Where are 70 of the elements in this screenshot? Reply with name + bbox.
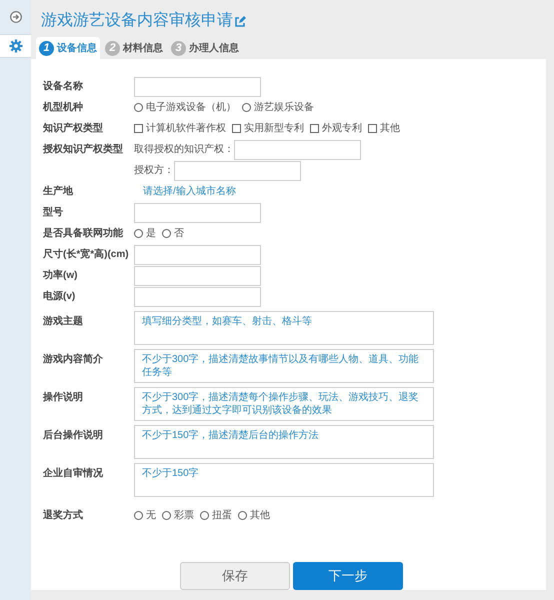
field-label: 游戏主题 [43,314,84,330]
field-label: 游戏内容简介 [43,352,104,368]
text-field[interactable] [174,160,301,181]
radio-button[interactable] [162,511,171,520]
radio-button[interactable] [238,511,247,520]
radio-button[interactable] [162,229,171,238]
save-button[interactable]: 保存 [180,562,290,590]
gear-icon [8,39,22,53]
radio-option[interactable]: 否 [162,226,184,242]
text-field[interactable] [134,202,261,223]
edit-icon[interactable] [234,16,246,28]
text-area[interactable]: 不少于150字，描述清楚后台的操作方法 [134,425,434,460]
step-label: 办理人信息 [189,42,239,56]
step-label: 设备信息 [57,42,97,56]
field-label: 取得授权的知识产权： [134,142,234,158]
radio-button[interactable] [134,229,143,238]
field-label: 是否具备联网功能 [43,226,124,242]
field-label: 企业自审情况 [43,466,104,482]
text-field[interactable] [234,140,361,160]
text-field[interactable] [134,244,261,265]
arrow-circle-icon [10,11,22,23]
checkbox[interactable] [310,124,319,134]
field-label: 后台操作说明 [43,428,104,444]
checkbox-option[interactable]: 外观专利 [310,121,362,136]
field-label: 功率(w) [43,268,78,284]
field-label: 型号 [43,206,64,220]
field-label: 生产地 [43,184,74,200]
checkbox-option[interactable]: 实用新型专利 [232,121,304,136]
next-button[interactable]: 下一步 [293,562,403,590]
checkbox-option[interactable]: 其他 [368,121,400,136]
field-label: 设备名称 [43,80,84,94]
settings-button[interactable] [0,34,31,58]
step-number: 2 [105,40,120,56]
text-field[interactable] [134,266,261,286]
field-label: 电源(v) [43,290,76,304]
field-label: 机型机种 [43,100,84,116]
radio-option[interactable]: 扭蛋 [200,508,232,524]
field-label: 退奖方式 [43,508,84,524]
field-label: 尺寸(长*宽*高)(cm) [43,247,130,262]
step-label: 材料信息 [123,42,163,56]
radio-button[interactable] [242,103,251,112]
radio-option[interactable]: 彩票 [162,508,194,524]
text-area[interactable]: 不少于300字，描述清楚故事情节以及有哪些人物、道具、功能任务等 [134,349,434,384]
text-field[interactable] [134,76,261,97]
step-tab[interactable]: 3 办理人信息 [168,37,242,60]
checkbox[interactable] [368,124,377,134]
field-label: 操作说明 [43,390,84,406]
step-number: 1 [39,40,54,56]
field-label: 授权知识产权类型 [43,142,124,158]
radio-option[interactable]: 无 [134,508,156,524]
checkbox[interactable] [134,124,143,134]
radio-button[interactable] [134,103,143,112]
field-label: 知识产权类型 [43,122,104,136]
radio-option[interactable]: 电子游戏设备（机） [134,100,236,116]
radio-option[interactable]: 游艺娱乐设备 [242,100,314,116]
step-number: 3 [171,40,186,56]
text-area[interactable]: 不少于300字，描述清楚每个操作步骤、玩法、游戏技巧、退奖方式，达到通过文字即可识别该设备的效果 [134,387,434,422]
radio-option[interactable]: 是 [134,226,156,242]
text-area[interactable]: 填写细分类型，如赛车、射击、格斗等 [134,311,434,346]
step-tab[interactable]: 2 材料信息 [102,37,166,60]
checkbox-option[interactable]: 计算机软件著作权 [134,121,226,136]
text-area[interactable]: 不少于150字 [134,463,434,498]
radio-button[interactable] [134,511,143,520]
radio-button[interactable] [200,511,209,520]
radio-option[interactable]: 其他 [238,508,270,524]
field-label: 授权方： [134,164,174,178]
checkbox[interactable] [232,124,241,134]
step-tab[interactable]: 1 设备信息 [36,37,100,60]
text-field[interactable] [134,286,261,307]
page-title: 游戏游艺设备内容审核申请 [41,10,233,31]
